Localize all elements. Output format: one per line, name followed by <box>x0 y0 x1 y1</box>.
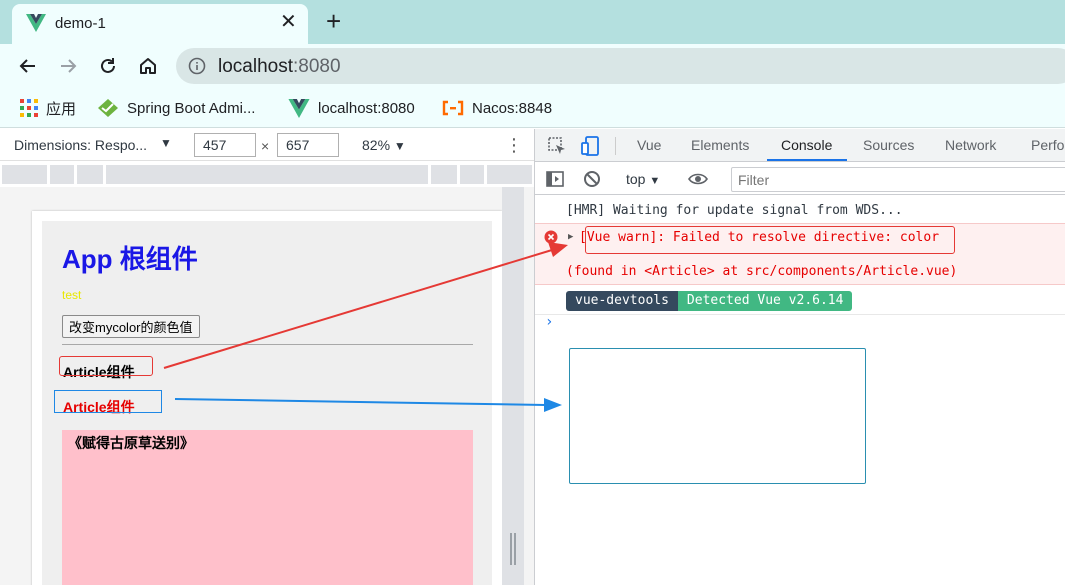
console-log-message: [HMR] Waiting for update signal from WDS… <box>566 203 903 218</box>
annotation-blue-box <box>54 390 162 413</box>
bookmark-label: 应用 <box>46 100 77 118</box>
url-text: localhost:8080 <box>218 56 341 78</box>
spring-boot-admin-icon <box>98 99 118 117</box>
divider <box>62 344 473 345</box>
bookmark-label: localhost:8080 <box>318 99 415 117</box>
browser-toolbar: localhost:8080 <box>0 44 1065 88</box>
inspect-element-icon[interactable] <box>547 136 567 156</box>
tab-vue[interactable]: Vue <box>637 137 661 153</box>
test-text: test <box>62 288 82 302</box>
reload-icon <box>101 58 115 73</box>
bookmark-nacos[interactable]: Nacos:8848 <box>442 97 552 119</box>
filter-input[interactable]: Filter <box>731 167 1065 192</box>
poem-title: 《赋得古原草送别》 <box>68 435 194 451</box>
expand-triangle-icon[interactable]: ▶ <box>568 232 573 242</box>
page-title: App 根组件 <box>62 244 198 274</box>
device-toolbar: Dimensions: Respo... ▼ 457 × 657 82% ▼ ⋮ <box>0 129 534 161</box>
arrow-right-icon <box>61 59 77 73</box>
device-viewport: App 根组件 test 改变mycolor的颜色值 Article组件 Art… <box>0 187 534 585</box>
close-tab-button[interactable]: ✕ <box>280 12 297 32</box>
annotation-empty-box <box>569 348 866 484</box>
times-sign: × <box>261 138 270 154</box>
vue-devtools-badge: vue-devtools Detected Vue v2.6.14 <box>566 291 853 311</box>
url-host: localhost <box>218 56 293 77</box>
ruler-segment[interactable] <box>2 165 47 184</box>
context-value: top <box>626 171 646 187</box>
devtools-tabbar: Vue Elements Console Sources Network Per… <box>535 129 1065 162</box>
bookmark-spring-boot-admin[interactable]: Spring Boot Admi... <box>97 97 255 119</box>
resize-handle[interactable] <box>510 533 516 565</box>
caret-down-icon: ▼ <box>649 175 661 187</box>
reload-button[interactable] <box>95 53 121 79</box>
vue-version-label: Detected Vue v2.6.14 <box>677 291 853 311</box>
new-tab-button[interactable]: + <box>326 6 341 36</box>
poem-box: 《赋得古原草送别》 <box>62 430 473 585</box>
active-tab-indicator <box>767 159 847 161</box>
change-color-button[interactable]: 改变mycolor的颜色值 <box>62 315 200 338</box>
caret-down-icon[interactable]: ▼ <box>160 136 172 150</box>
height-input[interactable]: 657 <box>277 133 339 157</box>
bookmark-localhost[interactable]: localhost:8080 <box>288 97 415 119</box>
media-query-ruler <box>0 161 534 187</box>
arrow-left-icon <box>19 59 35 73</box>
tab-title: demo-1 <box>55 15 106 32</box>
forward-button[interactable] <box>55 53 81 79</box>
url-port: :8080 <box>293 56 341 77</box>
zoom-select[interactable]: 82% ▼ <box>362 137 406 153</box>
ruler-segment[interactable] <box>460 165 484 184</box>
address-bar[interactable]: localhost:8080 <box>176 48 1065 84</box>
ruler-segment[interactable] <box>77 165 103 184</box>
ruler-segment[interactable] <box>431 165 457 184</box>
dimensions-select[interactable]: Dimensions: Respo... <box>14 137 147 153</box>
context-select[interactable]: top ▼ <box>626 171 660 187</box>
home-button[interactable] <box>135 53 161 79</box>
bookmark-label: Spring Boot Admi... <box>127 99 256 117</box>
error-icon <box>544 230 558 244</box>
apps-grid-icon <box>20 99 38 117</box>
tab-console[interactable]: Console <box>781 137 832 153</box>
tab-sources[interactable]: Sources <box>863 137 914 153</box>
console-prompt[interactable]: › <box>545 314 553 330</box>
caret-down-icon: ▼ <box>393 139 406 153</box>
bookmark-apps[interactable]: 应用 <box>20 97 76 119</box>
back-button[interactable] <box>15 53 41 79</box>
eye-icon[interactable] <box>688 169 708 189</box>
sidebar-toggle-icon[interactable] <box>545 169 565 189</box>
tab-elements[interactable]: Elements <box>691 137 749 153</box>
bookmarks-bar: 应用 Spring Boot Admi... localhost:8080 Na… <box>0 88 1065 128</box>
info-icon[interactable] <box>188 57 206 75</box>
tab-strip: demo-1 ✕ + <box>0 0 1065 44</box>
separator <box>615 137 616 155</box>
bookmark-label: Nacos:8848 <box>472 99 553 117</box>
clear-console-icon[interactable] <box>582 169 602 189</box>
tab-performance[interactable]: Perfo <box>1031 137 1064 153</box>
annotation-error-box <box>585 226 955 254</box>
home-icon <box>140 58 156 74</box>
vue-logo-icon <box>288 98 310 118</box>
ruler-segment[interactable] <box>487 165 532 184</box>
device-toggle-icon[interactable] <box>581 136 601 156</box>
more-options-icon[interactable]: ⋮ <box>505 135 523 156</box>
vue-devtools-label: vue-devtools <box>566 291 678 311</box>
nacos-icon <box>442 100 464 116</box>
divider <box>535 314 1065 315</box>
tab-network[interactable]: Network <box>945 137 996 153</box>
browser-tab[interactable]: demo-1 ✕ <box>12 4 308 44</box>
viewport-scrollbar[interactable] <box>502 187 524 585</box>
annotation-red-box <box>59 356 153 376</box>
console-toolbar: top ▼ Filter <box>535 163 1065 195</box>
zoom-value: 82% <box>362 137 391 153</box>
width-input[interactable]: 457 <box>194 133 256 157</box>
vue-logo-icon <box>26 14 46 32</box>
ruler-segment[interactable] <box>50 165 74 184</box>
error-source: (found in <Article> at src/components/Ar… <box>566 264 958 279</box>
ruler-segment[interactable] <box>106 165 428 184</box>
